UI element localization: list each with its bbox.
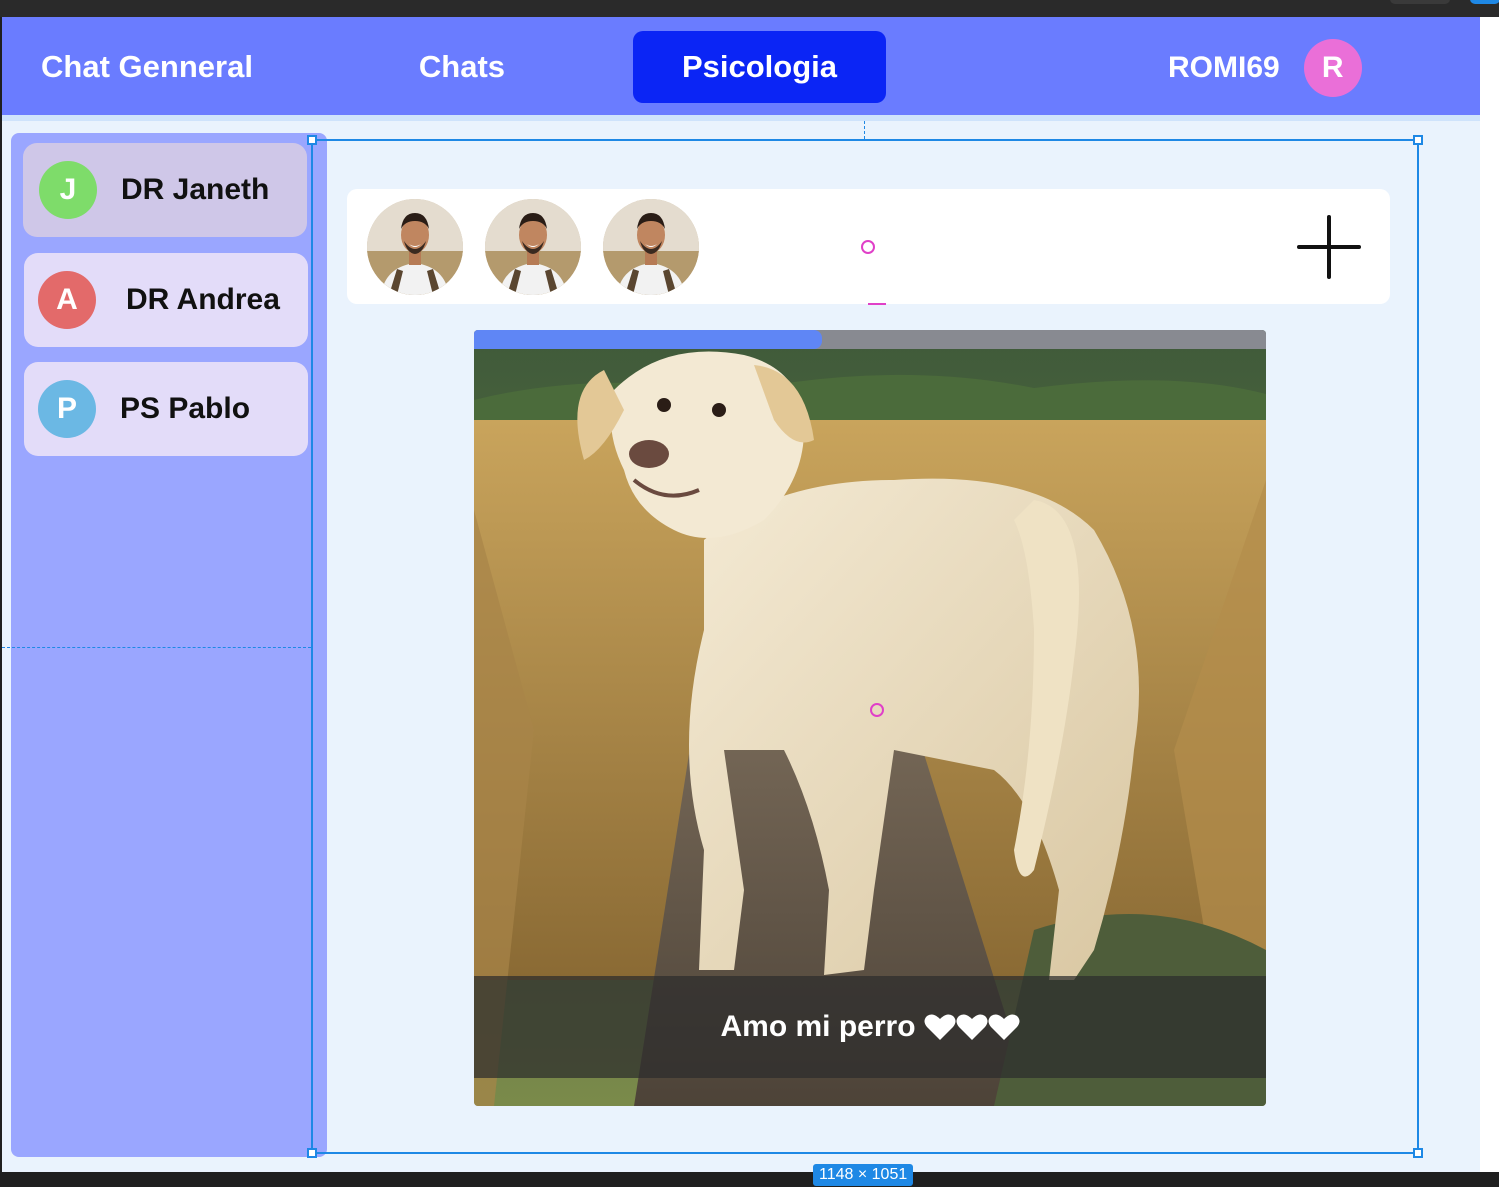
- username: ROMI69: [1168, 51, 1280, 84]
- story-progress-fill: [474, 330, 823, 349]
- user-menu[interactable]: ROMI69 R: [1168, 39, 1362, 97]
- post-caption: Amo mi perro: [720, 1010, 916, 1043]
- story-avatar[interactable]: [485, 199, 581, 295]
- contact-name: PS Pablo: [120, 392, 251, 425]
- plus-icon[interactable]: [1293, 211, 1365, 283]
- heart-icon: [988, 1014, 1020, 1040]
- contact-name: DR Andrea: [126, 283, 280, 316]
- story-avatar[interactable]: [603, 199, 699, 295]
- heart-icon: [956, 1014, 988, 1040]
- share-button[interactable]: [1470, 0, 1499, 4]
- caption-bar: Amo mi perro: [474, 976, 1266, 1078]
- nav-chats[interactable]: Chats: [382, 31, 542, 103]
- guide-line: [864, 121, 865, 139]
- contact-name: DR Janeth: [121, 173, 270, 206]
- story-post[interactable]: Amo mi perro: [474, 330, 1266, 1106]
- nav-chat-general[interactable]: Chat Genneral: [2, 31, 292, 103]
- story-avatar[interactable]: [367, 199, 463, 295]
- person-photo-icon: [485, 199, 581, 295]
- resize-handle[interactable]: [1413, 1148, 1423, 1158]
- anchor-point[interactable]: [861, 240, 875, 254]
- person-photo-icon: [603, 199, 699, 295]
- avatar: J: [39, 161, 97, 219]
- hearts: [924, 1013, 1020, 1041]
- story-progress: [474, 330, 1266, 349]
- user-avatar[interactable]: R: [1303, 39, 1362, 97]
- nav-psicologia[interactable]: Psicologia: [633, 31, 886, 103]
- editor-top-bar: [0, 0, 1499, 17]
- contact-janeth[interactable]: J DR Janeth: [23, 143, 307, 237]
- avatar: P: [38, 380, 96, 438]
- toolbar-button[interactable]: [1390, 0, 1450, 4]
- avatar: A: [38, 271, 96, 329]
- heart-icon: [924, 1014, 956, 1040]
- navbar-divider: [2, 115, 1480, 121]
- contact-pablo[interactable]: P PS Pablo: [24, 362, 308, 456]
- anchor-line: [868, 303, 886, 305]
- dimensions-badge: 1148 × 1051: [813, 1164, 914, 1186]
- anchor-point[interactable]: [870, 703, 884, 717]
- canvas-edge: [1480, 17, 1499, 1187]
- navbar: Chat Genneral Chats Psicologia ROMI69 R: [2, 17, 1480, 115]
- resize-handle[interactable]: [1413, 135, 1423, 145]
- canvas-bottom: [0, 1172, 1499, 1187]
- guide-line: [2, 647, 311, 648]
- sidebar: J DR Janeth A DR Andrea P PS Pablo: [11, 133, 327, 1157]
- app-frame: Chat Genneral Chats Psicologia ROMI69 R …: [2, 17, 1480, 1172]
- contact-andrea[interactable]: A DR Andrea: [24, 253, 308, 347]
- person-photo-icon: [367, 199, 463, 295]
